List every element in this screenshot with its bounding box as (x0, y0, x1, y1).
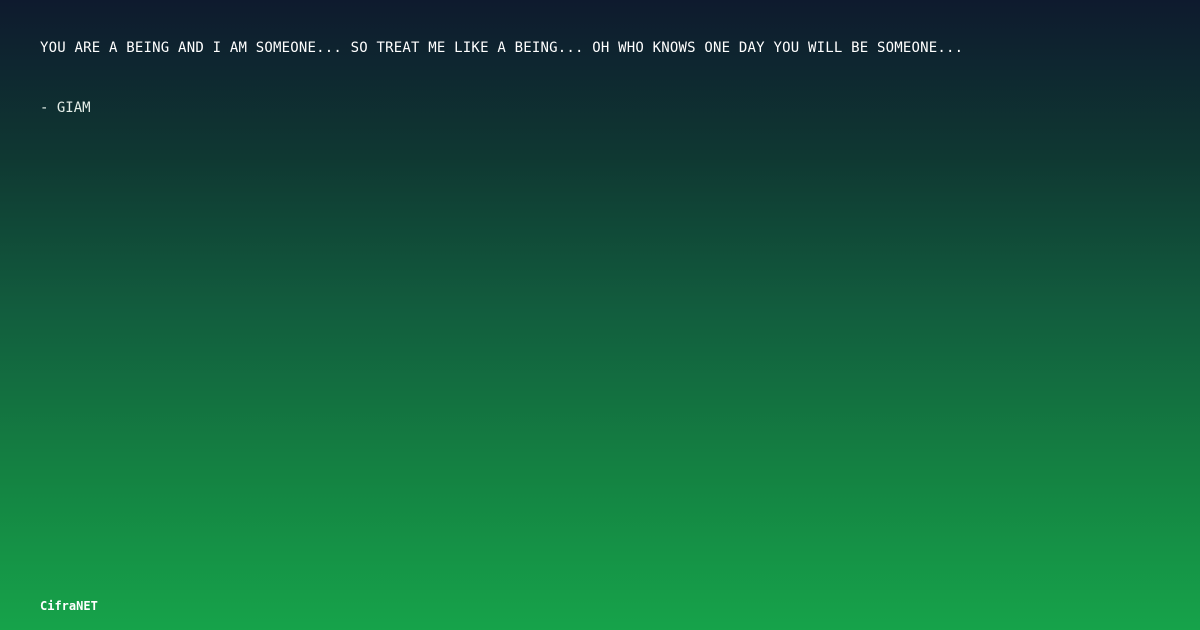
quote-author: - GIAM (40, 100, 91, 116)
brand-name: CifraNET (40, 599, 98, 613)
quote-text: YOU ARE A BEING AND I AM SOMEONE... SO T… (40, 40, 964, 56)
